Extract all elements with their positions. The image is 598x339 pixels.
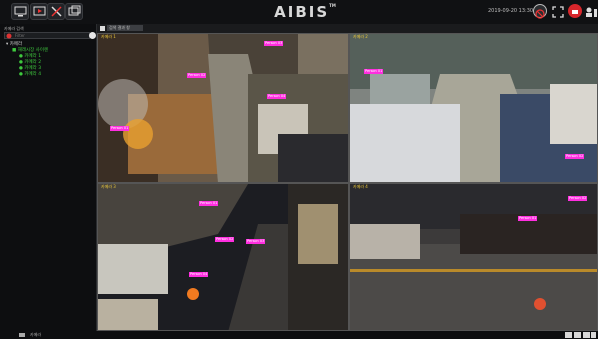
detection-tag: Person 03 xyxy=(246,239,266,244)
detection-tag: Person 04 xyxy=(189,272,209,277)
search-input[interactable] xyxy=(15,33,75,38)
layout-4x4-button[interactable] xyxy=(591,332,596,338)
alarm-icon xyxy=(572,10,578,14)
detection-tag: Person 01 xyxy=(199,201,219,206)
logout-button[interactable] xyxy=(584,4,598,18)
camera-tree-panel: 카메라 검색 ▾ 카메라 ■ 재래시장 사이렌 ● 카메라 1 ● 카메라 2 … xyxy=(0,24,97,331)
view-checkbox[interactable] xyxy=(100,26,105,31)
alarm-button[interactable] xyxy=(568,4,582,18)
detection-tag: Person 01 xyxy=(518,216,538,221)
detection-tag: Person 02 xyxy=(568,196,588,201)
layout-3x3-button[interactable] xyxy=(583,332,590,338)
camera-feed-3 xyxy=(98,184,348,330)
export-icon xyxy=(68,5,81,16)
vms-window: { "app": { "logo": "AIBIS", "logo_mark":… xyxy=(0,0,598,339)
clear-search-button[interactable] xyxy=(89,32,96,39)
playback-button[interactable] xyxy=(30,3,48,20)
status-bar: 카메라 xyxy=(0,331,598,339)
monitor-icon xyxy=(14,6,27,17)
tile-title: 카메라 2 xyxy=(353,34,368,39)
tree-camera-4[interactable]: ● 카메라 4 xyxy=(6,72,48,78)
export-button[interactable] xyxy=(65,3,83,20)
detection-tag: Person 02 xyxy=(215,237,235,242)
search-box[interactable] xyxy=(4,32,90,39)
layout-2x2-button[interactable] xyxy=(574,332,581,338)
camera-feed-4 xyxy=(350,184,597,330)
video-tile-1[interactable]: 카메라 1 Person 01 Person 02 Person 03 Pers… xyxy=(97,33,349,183)
camera-feed-2 xyxy=(350,34,597,182)
detection-tag: Person 01 xyxy=(110,126,130,131)
camera-tree: ▾ 카메라 ■ 재래시장 사이렌 ● 카메라 1 ● 카메라 2 ● 카메라 3… xyxy=(6,42,48,78)
no-entry-icon xyxy=(535,9,545,19)
detection-tag: Person 03 xyxy=(264,41,284,46)
playback-icon xyxy=(33,6,46,16)
view-tab[interactable]: 검색 결과 창 xyxy=(107,25,143,31)
app-logo: AIBISTM xyxy=(274,3,336,21)
detection-tag: Person 04 xyxy=(267,94,287,99)
view-tabbar: 검색 결과 창 xyxy=(97,24,598,33)
video-grid: 카메라 1 Person 01 Person 02 Person 03 Pers… xyxy=(97,33,598,331)
tile-title: 카메라 1 xyxy=(101,34,116,39)
search-icon xyxy=(6,33,12,39)
video-tile-2[interactable]: 카메라 2 Person 01 Person 02 xyxy=(349,33,598,183)
detection-tag: Person 02 xyxy=(187,73,207,78)
camera-feed-1 xyxy=(98,34,348,182)
video-tile-3[interactable]: 카메라 3 Person 01 Person 02 Person 03 Pers… xyxy=(97,183,349,331)
fullscreen-button[interactable] xyxy=(551,4,565,18)
layout-1x1-button[interactable] xyxy=(565,332,572,338)
record-settings-button[interactable] xyxy=(533,4,547,19)
detection-tag: Person 02 xyxy=(565,154,585,159)
monitor-button[interactable] xyxy=(11,3,29,20)
video-tile-4[interactable]: 카메라 4 Person 01 Person 02 xyxy=(349,183,598,331)
status-label: 카메라 xyxy=(30,332,42,337)
user-logout-icon xyxy=(586,7,597,17)
tools-icon xyxy=(51,6,62,17)
top-toolbar: AIBISTM 2019-09-20 13:30:31 xyxy=(0,0,598,24)
settings-button[interactable] xyxy=(47,3,65,20)
tile-title: 카메라 3 xyxy=(101,184,116,189)
fullscreen-icon xyxy=(552,6,564,18)
detection-tag: Person 01 xyxy=(364,69,384,74)
tile-title: 카메라 4 xyxy=(353,184,368,189)
camera-status-icon xyxy=(19,333,25,337)
